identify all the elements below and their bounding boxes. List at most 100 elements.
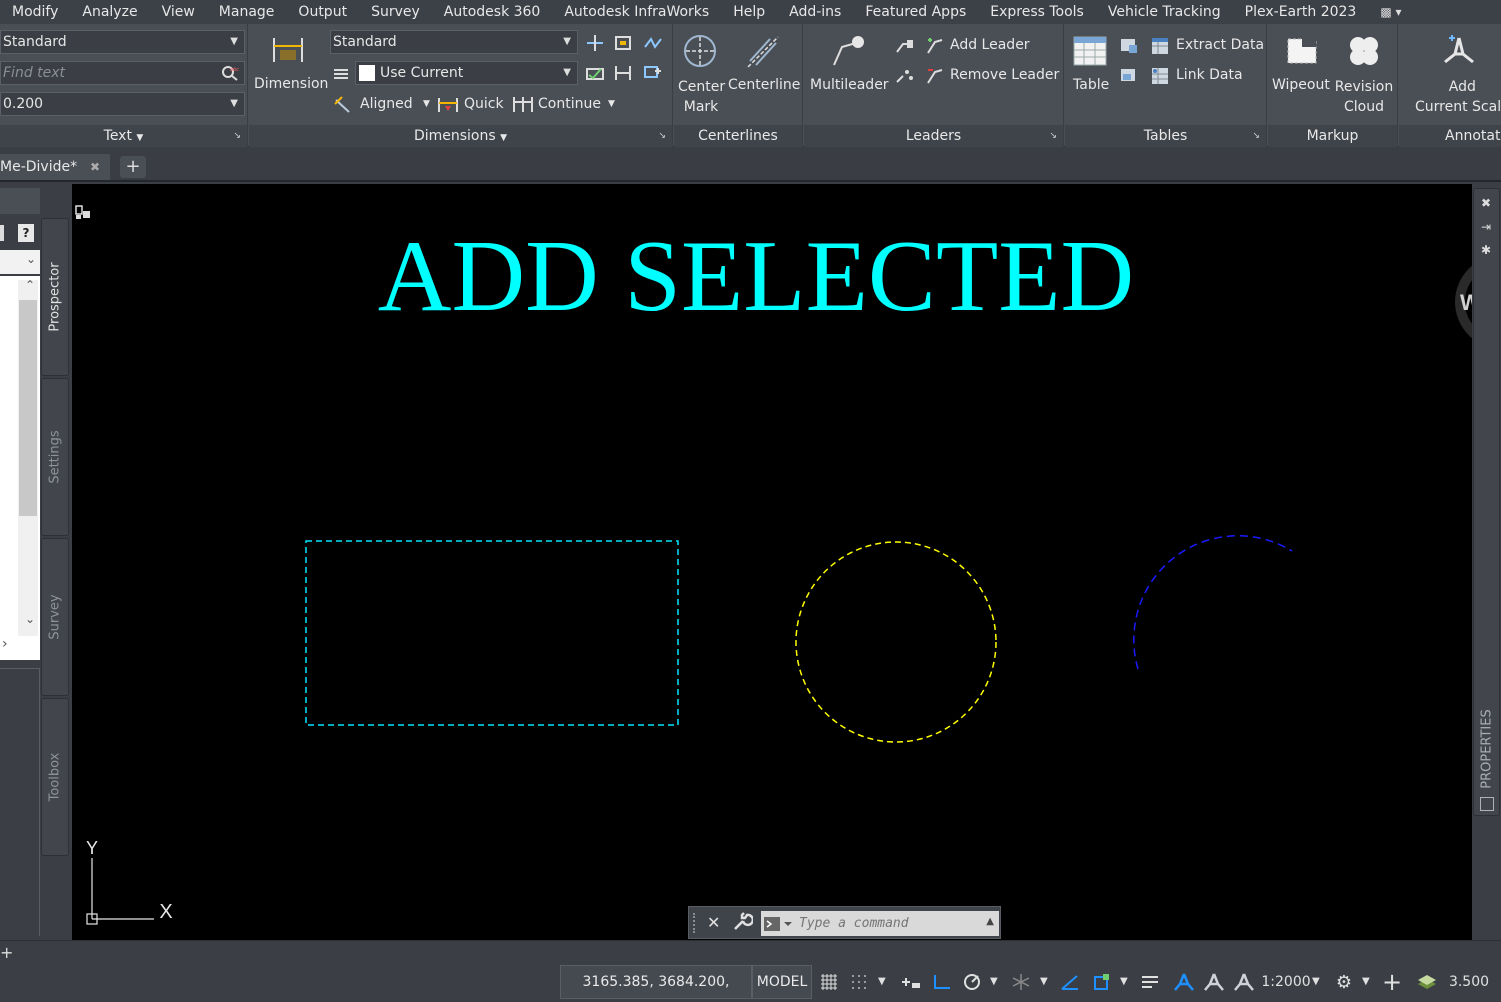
layer-stack-icon[interactable] — [331, 64, 351, 84]
dynamic-input-icon[interactable] — [898, 969, 924, 995]
dimensions-panel-title[interactable]: Dimensions ▼ ↘ — [249, 125, 672, 147]
close-icon[interactable]: ✖ — [90, 154, 100, 180]
link-data-label[interactable]: Link Data — [1176, 67, 1243, 83]
annotation-scaling-panel-title[interactable]: Annotati — [1399, 125, 1501, 147]
dim-layer-combo[interactable]: Use Current ▼ — [355, 61, 578, 85]
model-space-toggle[interactable]: MODEL — [752, 965, 812, 999]
multileader-icon[interactable] — [830, 33, 866, 69]
text-panel-title[interactable]: Text ▼ ↘ — [0, 125, 247, 147]
grip-icon[interactable] — [693, 913, 699, 933]
chevron-down-icon[interactable]: ▼ — [608, 99, 615, 109]
mleader-align-icon[interactable] — [894, 35, 916, 57]
continue-label[interactable]: Continue — [538, 96, 601, 112]
menu-item-manage[interactable]: Manage — [207, 4, 287, 20]
properties-icon[interactable] — [1480, 797, 1494, 811]
remove-leader-icon[interactable] — [924, 65, 946, 87]
menu-item-express-tools[interactable]: Express Tools — [978, 4, 1096, 20]
viewcube-west-label[interactable]: W — [1460, 290, 1472, 315]
tab-settings[interactable]: Settings — [41, 378, 69, 536]
text-height-combo[interactable]: 0.200 ▼ — [0, 92, 245, 116]
tab-survey[interactable]: Survey — [41, 538, 69, 696]
close-icon[interactable]: ✕ — [707, 913, 720, 932]
plus-icon[interactable]: + — [1380, 968, 1404, 996]
tables-panel-title[interactable]: Tables ↘ — [1065, 125, 1266, 147]
ortho-icon[interactable] — [930, 969, 954, 995]
add-leader-icon[interactable] — [924, 35, 946, 57]
markup-panel-title[interactable]: Markup — [1268, 125, 1397, 147]
dimension-icon[interactable] — [270, 32, 306, 68]
customize-wrench-icon[interactable] — [731, 911, 755, 935]
palette-view-icon[interactable] — [0, 225, 4, 241]
chevron-up-icon[interactable]: ⌃ — [25, 278, 35, 292]
centerline-label[interactable]: Centerline — [728, 77, 800, 93]
properties-tab[interactable]: ✖ ⇥ ✱ PROPERTIES — [1473, 188, 1500, 816]
dashed-rectangle[interactable] — [305, 540, 679, 726]
annotation-scale-icon[interactable] — [1232, 969, 1256, 995]
help-button[interactable]: ? — [18, 224, 34, 242]
polar-tracking-icon[interactable] — [960, 969, 984, 995]
quick-dim-icon[interactable] — [437, 94, 459, 114]
palette-dropdown[interactable]: ⌄ — [0, 250, 40, 274]
command-input[interactable] — [761, 911, 999, 936]
palette-tree-view[interactable]: ⌃ ⌄ › — [0, 276, 40, 660]
grid-icon[interactable] — [818, 969, 840, 995]
viewport-controls-icon[interactable] — [75, 205, 90, 219]
quick-label[interactable]: Quick — [464, 96, 504, 112]
table-icon[interactable] — [1072, 33, 1108, 69]
isodraft-icon[interactable] — [1008, 969, 1034, 995]
drawing-heading-text[interactable]: ADD SELECTED — [378, 220, 1134, 333]
dim-inspect-icon[interactable] — [584, 62, 606, 84]
auto-scale-icon[interactable] — [1202, 969, 1226, 995]
aligned-label[interactable]: Aligned — [360, 96, 413, 112]
menu-item-analyze[interactable]: Analyze — [70, 4, 149, 20]
center-mark-icon[interactable] — [682, 33, 718, 69]
menu-item-output[interactable]: Output — [286, 4, 359, 20]
lineweight-icon[interactable] — [1138, 969, 1162, 995]
link-data-icon[interactable] — [1149, 65, 1171, 87]
palette-title-bar[interactable] — [0, 188, 40, 214]
workspace-switch-icon[interactable]: ▩ ▾ — [1380, 5, 1401, 19]
coordinates-readout[interactable]: 3165.385, 3684.200, 0.000 — [560, 965, 752, 999]
chevron-down-icon[interactable]: ▼ — [1120, 969, 1128, 995]
dimension-label[interactable]: Dimension — [254, 76, 328, 92]
dim-style-combo[interactable]: Standard ▼ — [330, 30, 578, 54]
chevron-down-icon[interactable]: ▼ — [878, 969, 886, 995]
menu-item-plex-earth-2023[interactable]: Plex-Earth 2023 — [1233, 4, 1369, 20]
multileader-label[interactable]: Multileader — [810, 77, 889, 93]
menu-item-vehicle-tracking[interactable]: Vehicle Tracking — [1096, 4, 1233, 20]
autohide-icon[interactable]: ⇥ — [1481, 220, 1491, 234]
aligned-dim-icon[interactable] — [333, 94, 353, 114]
leaders-panel-title[interactable]: Leaders ↘ — [804, 125, 1063, 147]
dialog-launcher-icon[interactable]: ↘ — [1252, 125, 1260, 147]
add-current-scale-label[interactable]: Add Current Scale — [1415, 77, 1501, 117]
center-mark-label[interactable]: Center Mark — [678, 77, 725, 117]
object-snap-tracking-icon[interactable] — [1058, 969, 1082, 995]
chevron-up-icon[interactable]: ▲ — [986, 916, 994, 927]
annotation-scale-value[interactable]: 1:2000 — [1261, 969, 1310, 995]
menu-item-featured-apps[interactable]: Featured Apps — [853, 4, 978, 20]
centerlines-panel-title[interactable]: Centerlines — [674, 125, 802, 147]
dialog-launcher-icon[interactable]: ↘ — [1049, 125, 1057, 147]
close-icon[interactable]: ✖ — [1481, 196, 1491, 210]
continue-dim-icon[interactable] — [512, 94, 534, 114]
tab-prospector[interactable]: Prospector — [41, 218, 69, 376]
snap-icon[interactable] — [848, 969, 870, 995]
scrollbar-thumb[interactable] — [19, 300, 37, 516]
tab-toolbox[interactable]: Toolbox — [41, 698, 69, 856]
revision-cloud-label[interactable]: Revision Cloud — [1332, 77, 1396, 117]
drawing-canvas[interactable]: ADD SELECTED W Y X — [72, 184, 1472, 940]
mleader-collect-icon[interactable] — [894, 65, 916, 87]
dim-space-icon[interactable] — [612, 32, 634, 54]
extract-data-label[interactable]: Extract Data — [1176, 37, 1264, 53]
chevron-down-icon[interactable]: ▼ — [423, 99, 430, 109]
centerline-icon[interactable] — [744, 33, 780, 69]
dim-update-icon[interactable] — [612, 62, 634, 84]
menu-item-modify[interactable]: Modify — [0, 4, 70, 20]
remove-leader-label[interactable]: Remove Leader — [950, 67, 1059, 83]
gear-icon[interactable]: ⚙ — [1332, 969, 1356, 995]
menu-item-add-ins[interactable]: Add-ins — [777, 4, 853, 20]
extract-data-icon[interactable] — [1149, 35, 1171, 57]
file-tab-me-divide[interactable]: Me-Divide* ✖ — [0, 154, 110, 180]
dim-jog-icon[interactable] — [642, 32, 664, 54]
dialog-launcher-icon[interactable]: ↘ — [233, 125, 241, 147]
